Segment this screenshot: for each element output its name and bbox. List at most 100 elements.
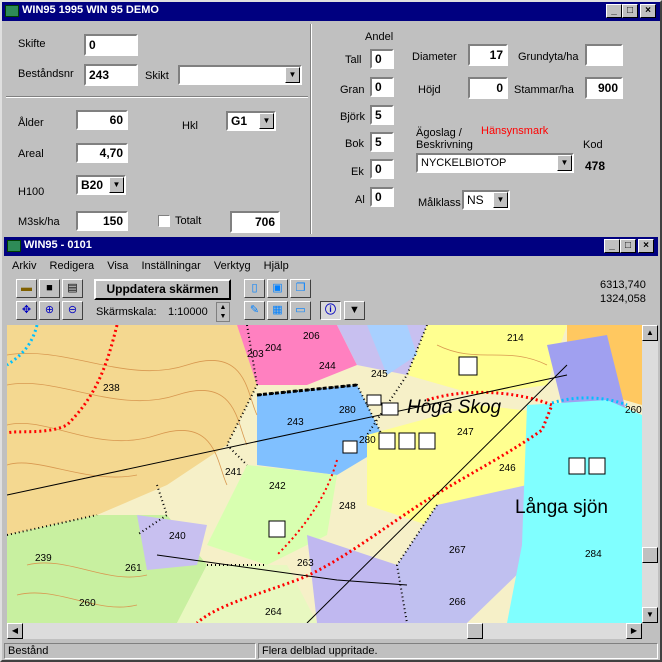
hansynsmark-label: Hänsynsmark <box>481 125 549 137</box>
scroll-right-icon[interactable]: ▶ <box>626 623 642 639</box>
stand-label: 247 <box>457 427 474 438</box>
stammar-label: Stammar/ha <box>514 84 574 96</box>
scroll-thumb-h[interactable] <box>467 623 483 639</box>
info-icon[interactable]: ⓘ <box>320 301 341 320</box>
app-icon <box>5 5 19 17</box>
h100-value: B20 <box>81 178 104 192</box>
stand-label: 243 <box>287 417 304 428</box>
totalt-checkbox[interactable] <box>158 215 170 227</box>
stand-label: 280 <box>359 435 376 446</box>
grundyta-field[interactable] <box>585 44 623 66</box>
ruler-icon[interactable]: ▭ <box>290 301 311 320</box>
totalt-field[interactable]: 706 <box>230 211 280 233</box>
grundyta-label: Grundyta/ha <box>518 51 579 63</box>
menu-hjalp[interactable]: Hjälp <box>264 260 289 272</box>
menu-bar: Arkiv Redigera Visa Inställningar Verkty… <box>12 260 299 274</box>
stand-label: 242 <box>269 481 286 492</box>
h100-label: H100 <box>18 186 45 198</box>
map-maximize-button[interactable]: □ <box>620 239 636 253</box>
hkl-select[interactable]: G1 ▼ <box>226 111 276 131</box>
maximize-button[interactable]: □ <box>622 4 638 18</box>
diameter-label: Diameter <box>412 51 457 63</box>
edit-pencil-icon[interactable]: ✎ <box>244 301 265 320</box>
stand-label: 266 <box>449 597 466 608</box>
hojd-field[interactable]: 0 <box>468 77 508 99</box>
areal-label: Areal <box>18 148 44 160</box>
map-minimize-button[interactable]: _ <box>604 239 620 253</box>
scroll-left-icon[interactable]: ◀ <box>7 623 23 639</box>
andel-label: Andel <box>365 31 394 43</box>
hkl-label: Hkl <box>182 120 198 132</box>
map-canvas[interactable]: Höga Skog Långa sjön 203 206 204 214 244… <box>7 325 642 623</box>
m3sk-label: M3sk/ha <box>18 216 60 228</box>
stand-label: 260 <box>625 405 642 416</box>
stand-label: 260 <box>79 598 96 609</box>
h100-select[interactable]: B20 ▼ <box>76 175 126 195</box>
areal-field[interactable]: 4,70 <box>76 143 128 163</box>
menu-redigera[interactable]: Redigera <box>50 260 95 272</box>
species-gran-field[interactable]: 0 <box>370 77 394 97</box>
close-button[interactable]: × <box>640 4 656 18</box>
window-icon[interactable]: ▣ <box>267 279 288 298</box>
menu-arkiv[interactable]: Arkiv <box>12 260 36 272</box>
minimize-button[interactable]: _ <box>606 4 622 18</box>
pan-icon[interactable]: ✥ <box>16 301 37 320</box>
map-close-button[interactable]: × <box>638 239 654 253</box>
m3sk-field[interactable]: 150 <box>76 211 128 231</box>
skikt-label: Skikt <box>145 70 169 82</box>
beskrivning-label: Beskrivning <box>416 139 473 151</box>
funnel-icon[interactable]: ▼ <box>344 301 365 320</box>
chevron-down-icon[interactable]: ▼ <box>109 177 124 193</box>
main-titlebar[interactable]: WIN95 1995 WIN 95 DEMO _ □ × <box>2 2 660 21</box>
bestandsnr-field[interactable]: 243 <box>84 64 138 86</box>
menu-visa[interactable]: Visa <box>107 260 128 272</box>
diameter-field[interactable]: 17 <box>468 44 508 66</box>
cascade-icon[interactable]: ❐ <box>290 279 311 298</box>
map-horizontal-scrollbar[interactable]: ◀ ▶ <box>7 623 642 639</box>
scroll-up-icon[interactable]: ▲ <box>642 325 658 341</box>
chevron-down-icon[interactable]: ▼ <box>557 155 572 171</box>
scroll-thumb[interactable] <box>642 547 658 563</box>
chevron-down-icon[interactable]: ▼ <box>259 113 274 129</box>
print-icon[interactable]: ▤ <box>62 279 83 298</box>
stand-label: 284 <box>585 549 602 560</box>
stand-label: 239 <box>35 553 52 564</box>
species-al-label: Al <box>355 194 365 206</box>
save-icon[interactable]: ■ <box>39 279 60 298</box>
update-screen-button[interactable]: Uppdatera skärmen <box>94 279 231 300</box>
stand-label: 206 <box>303 331 320 342</box>
map-label-hoga-skog: Höga Skog <box>407 397 502 418</box>
beskrivning-select[interactable]: NYCKELBIOTOP ▼ <box>416 153 574 173</box>
coordinate-north: 6313,740 <box>600 279 646 291</box>
open-folder-icon[interactable]: ▬ <box>16 279 37 298</box>
stand-label: 261 <box>125 563 142 574</box>
stand-label: 244 <box>319 361 336 372</box>
menu-verktyg[interactable]: Verktyg <box>214 260 251 272</box>
zoom-out-icon[interactable]: ⊖ <box>62 301 83 320</box>
map-vertical-scrollbar[interactable]: ▲ ▼ <box>642 325 658 623</box>
menu-installningar[interactable]: Inställningar <box>141 260 200 272</box>
stand-label: 204 <box>265 343 282 354</box>
scroll-down-icon[interactable]: ▼ <box>642 607 658 623</box>
zoom-in-icon[interactable]: ⊕ <box>39 301 60 320</box>
chevron-down-icon[interactable]: ▼ <box>493 192 508 208</box>
chevron-down-icon[interactable]: ▼ <box>285 67 300 83</box>
layer-view-icon[interactable]: ▯ <box>244 279 265 298</box>
malklass-select[interactable]: NS ▼ <box>462 190 510 210</box>
skifte-field[interactable]: 0 <box>84 34 138 56</box>
species-tall-field[interactable]: 0 <box>370 49 394 69</box>
species-al-field[interactable]: 0 <box>370 187 394 207</box>
species-bjork-field[interactable]: 5 <box>370 105 394 125</box>
map-titlebar[interactable]: WIN95 - 0101 _ □ × <box>4 237 658 256</box>
species-ek-field[interactable]: 0 <box>370 159 394 179</box>
skikt-select[interactable]: ▼ <box>178 65 302 85</box>
alder-field[interactable]: 60 <box>76 110 128 130</box>
stand-label: 203 <box>247 349 264 360</box>
calculator-icon[interactable]: ▦ <box>267 301 288 320</box>
stand-label: 267 <box>449 545 466 556</box>
scale-spinner[interactable]: ▲ ▼ <box>216 302 230 322</box>
species-bok-field[interactable]: 5 <box>370 132 394 152</box>
stammar-field[interactable]: 900 <box>585 77 623 99</box>
stand-label: 264 <box>265 607 282 618</box>
stand-label: 246 <box>499 463 516 474</box>
